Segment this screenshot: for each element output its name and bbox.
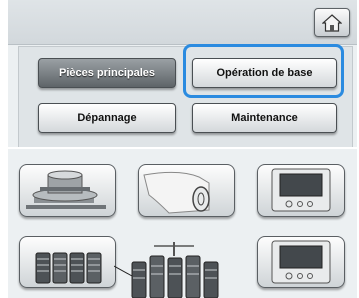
thread-spools-icon [35, 252, 102, 284]
tab-main-parts[interactable]: Pièces principales [38, 58, 176, 88]
embroidery-arm-icon [143, 171, 210, 214]
top-bar [8, 0, 357, 45]
selection-highlight [183, 44, 344, 98]
display-panel-button[interactable] [257, 164, 345, 217]
display-panel-icon [271, 168, 331, 212]
divider [8, 147, 357, 149]
bobbin-winder-icon [26, 170, 106, 209]
display-panel-button-2[interactable] [257, 236, 345, 288]
embroidery-arm-button[interactable] [138, 164, 235, 217]
home-button[interactable] [314, 8, 350, 37]
thread-stand-icon [114, 242, 219, 298]
tab-troubleshooting[interactable]: Dépannage [38, 103, 176, 133]
display-panel-icon [271, 240, 331, 284]
home-icon [322, 13, 342, 32]
tab-maintenance-label: Maintenance [231, 112, 298, 124]
tab-troubleshooting-label: Dépannage [77, 112, 137, 124]
tab-maintenance[interactable]: Maintenance [192, 103, 337, 133]
thread-spools-button[interactable] [19, 236, 116, 288]
bobbin-button[interactable] [19, 164, 116, 217]
tab-main-parts-label: Pièces principales [59, 67, 155, 79]
